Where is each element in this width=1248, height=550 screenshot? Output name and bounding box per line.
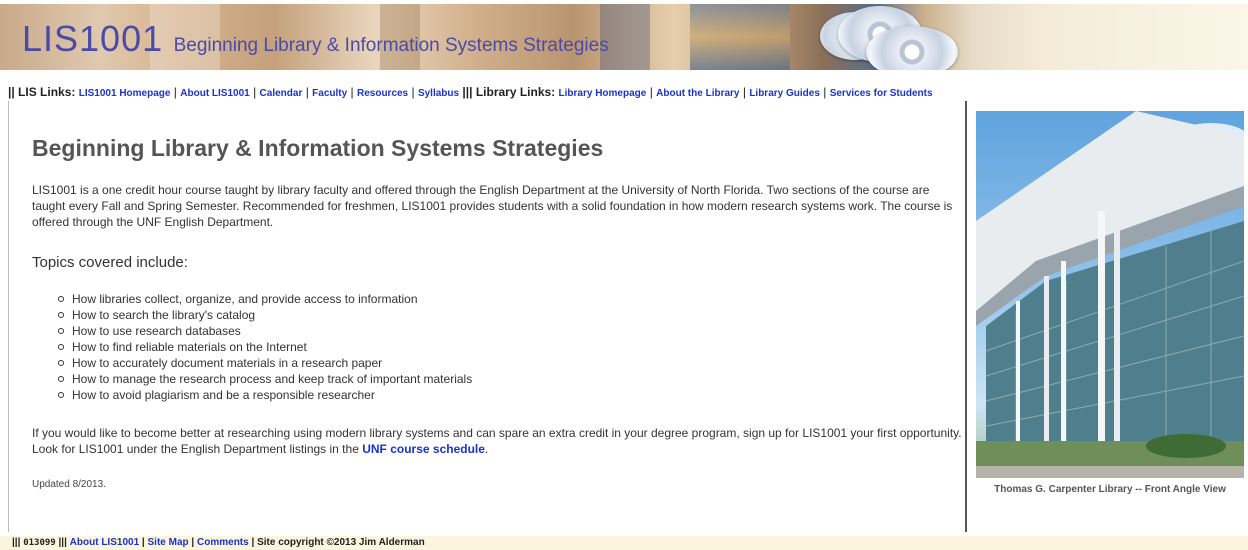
- nav-link-about-lis1001[interactable]: About LIS1001: [180, 88, 249, 99]
- photo-caption: Thomas G. Carpenter Library -- Front Ang…: [994, 484, 1226, 495]
- nav-link-lis1001-homepage[interactable]: LIS1001 Homepage: [79, 88, 171, 99]
- topic-list: How libraries collect, organize, and pro…: [32, 291, 962, 403]
- list-item: How to search the library's catalog: [58, 307, 962, 323]
- nav-link-services-for-students[interactable]: Services for Students: [830, 88, 933, 99]
- cd-disc-icon: [866, 26, 958, 70]
- footer-link-comments[interactable]: Comments: [197, 537, 249, 548]
- nav-link-library-guides[interactable]: Library Guides: [749, 88, 820, 99]
- list-item: How to accurately document materials in …: [58, 355, 962, 371]
- nav-link-resources[interactable]: Resources: [357, 88, 408, 99]
- lis-links-label: || LIS Links:: [8, 85, 76, 99]
- nav-link-syllabus[interactable]: Syllabus: [418, 88, 459, 99]
- footer-link-about-lis1001[interactable]: About LIS1001: [70, 537, 139, 548]
- intro-paragraph: LIS1001 is a one credit hour course taug…: [32, 183, 953, 229]
- outro-paragraph: If you would like to become better at re…: [32, 426, 962, 456]
- column-divider: [965, 101, 967, 532]
- nav-link-faculty[interactable]: Faculty: [312, 88, 347, 99]
- left-border: [8, 101, 9, 532]
- topics-heading: Topics covered include:: [32, 254, 188, 271]
- list-item: How to find reliable materials on the In…: [58, 339, 962, 355]
- library-photo: [976, 111, 1244, 478]
- unf-course-schedule-link[interactable]: UNF course schedule: [362, 442, 485, 456]
- list-item: How to avoid plagiarism and be a respons…: [58, 387, 962, 403]
- list-item: How libraries collect, organize, and pro…: [58, 291, 962, 307]
- library-building-image: [976, 111, 1244, 478]
- updated-date: Updated 8/2013.: [32, 479, 106, 490]
- header-banner: LIS1001 Beginning Library & Information …: [0, 4, 1248, 70]
- list-item: How to use research databases: [58, 323, 962, 339]
- site-tagline: Beginning Library & Information Systems …: [173, 35, 609, 56]
- main-content: Beginning Library & Information Systems …: [32, 135, 962, 490]
- page-title: Beginning Library & Information Systems …: [32, 135, 604, 161]
- top-navigation: || LIS Links: LIS1001 Homepage | About L…: [8, 85, 933, 99]
- nav-link-calendar[interactable]: Calendar: [260, 88, 303, 99]
- copyright-text: Site copyright ©2013 Jim Alderman: [257, 537, 425, 548]
- hit-counter: 013099: [23, 538, 56, 548]
- library-links-label: ||| Library Links:: [462, 85, 556, 99]
- list-item: How to manage the research process and k…: [58, 371, 962, 387]
- nav-link-about-the-library[interactable]: About the Library: [656, 88, 739, 99]
- footer-link-site-map[interactable]: Site Map: [148, 537, 189, 548]
- footer-bar: ||| 013099 ||| About LIS1001 | Site Map …: [0, 536, 1248, 550]
- course-code: LIS1001: [22, 18, 164, 59]
- site-logo: LIS1001 Beginning Library & Information …: [22, 18, 609, 60]
- nav-link-library-homepage[interactable]: Library Homepage: [559, 88, 647, 99]
